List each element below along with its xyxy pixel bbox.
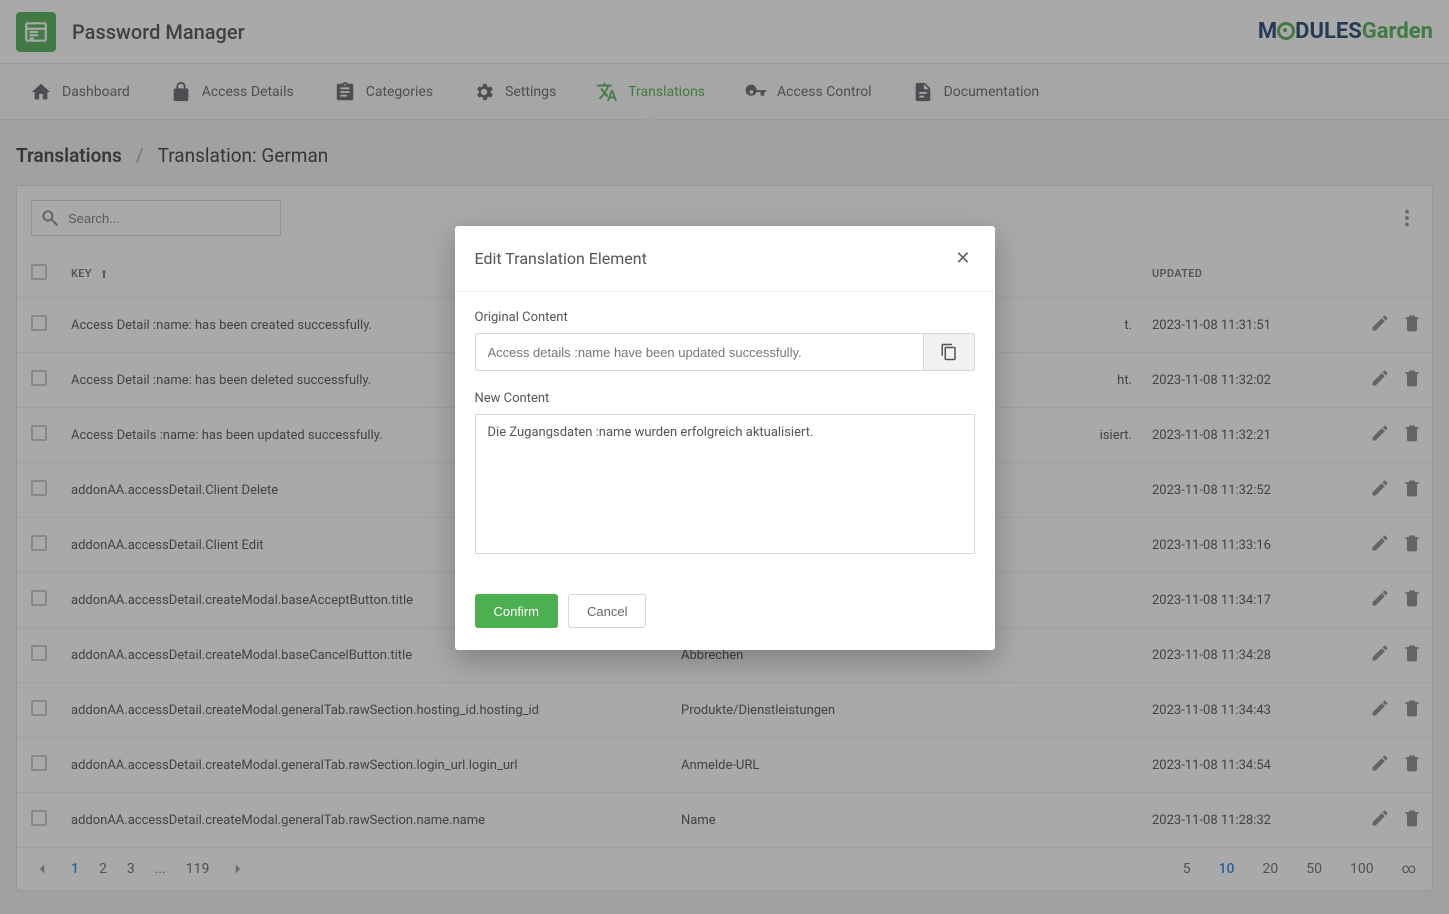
close-icon[interactable]: ✕ — [951, 244, 974, 273]
edit-translation-modal: Edit Translation Element ✕ Original Cont… — [455, 226, 995, 650]
cancel-button[interactable]: Cancel — [568, 594, 646, 628]
modal-body: Original Content New Content — [455, 292, 995, 576]
copy-button[interactable] — [923, 333, 975, 371]
modal-header: Edit Translation Element ✕ — [455, 226, 995, 292]
modal-overlay[interactable]: Edit Translation Element ✕ Original Cont… — [0, 0, 1449, 914]
confirm-button[interactable]: Confirm — [475, 594, 559, 628]
original-content-label: Original Content — [475, 310, 975, 325]
new-content-textarea[interactable] — [475, 414, 975, 554]
modal-title: Edit Translation Element — [475, 249, 647, 268]
original-content-input — [475, 333, 923, 371]
new-content-label: New Content — [475, 391, 975, 406]
copy-icon — [940, 343, 958, 361]
modal-footer: Confirm Cancel — [455, 576, 995, 650]
